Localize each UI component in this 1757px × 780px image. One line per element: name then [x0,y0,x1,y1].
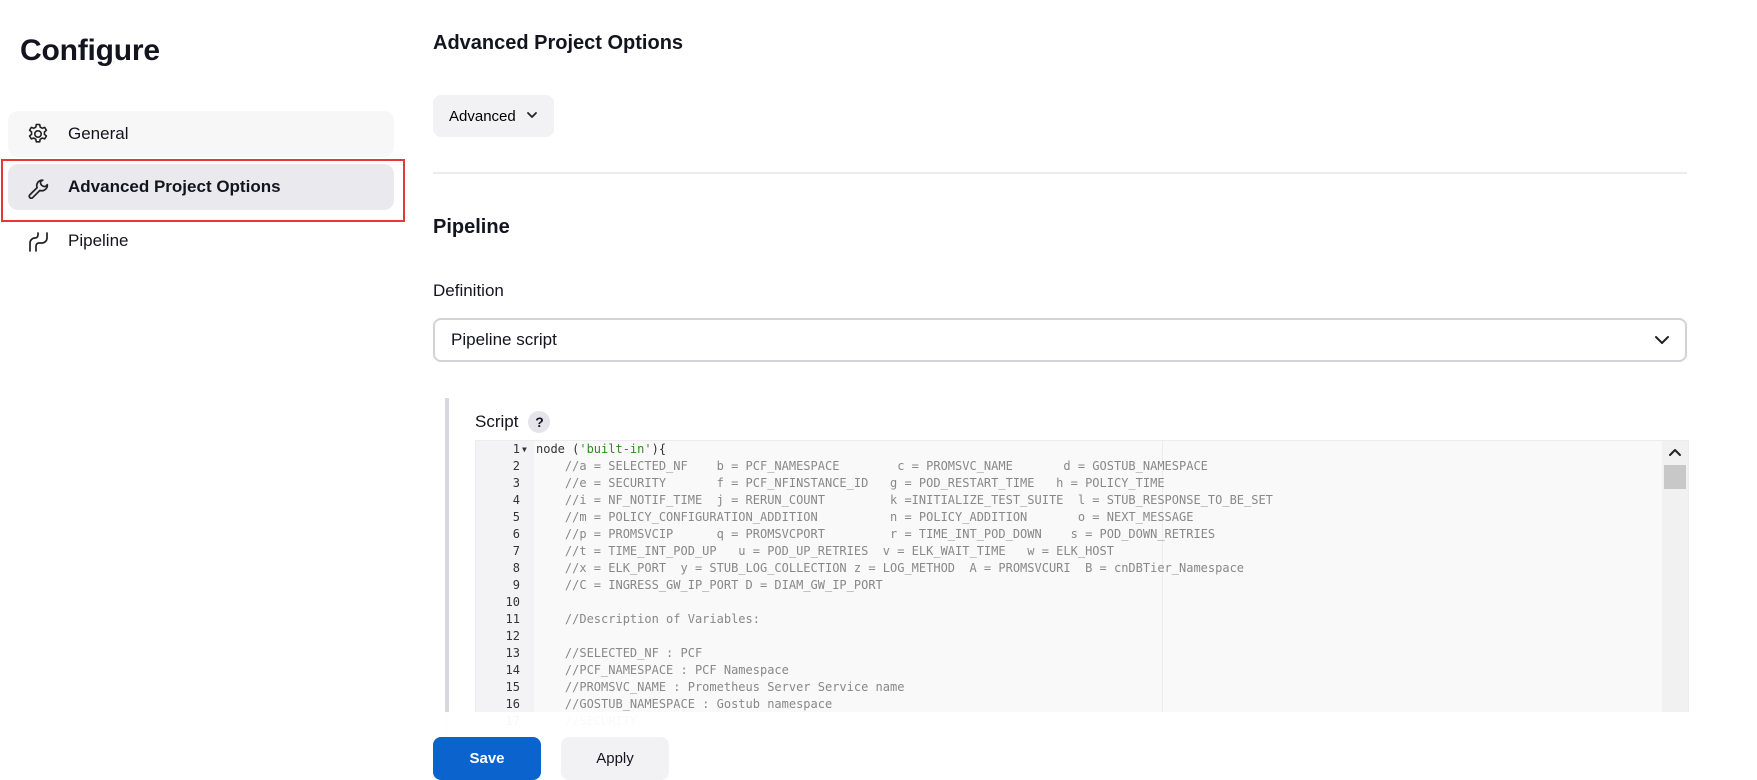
code-text: //x = ELK_PORT y = STUB_LOG_COLLECTION z… [536,561,1245,575]
sidebar: Configure General Advanced Project Optio… [0,0,405,780]
code-text: node ('built-in'){ [536,441,666,458]
line-number: 7 [512,544,520,558]
code-text: //t = TIME_INT_POD_UP u = POD_UP_RETRIES… [536,544,1114,558]
scrollbar-thumb[interactable] [1664,465,1686,489]
line-number: 10 [505,595,520,609]
code-text: //a = SELECTED_NF b = PCF_NAMESPACE c = … [536,459,1208,473]
code-string-token: 'built-in' [579,442,652,456]
line-number: 2 [512,459,520,473]
sidebar-item-pipeline[interactable]: Pipeline [8,218,394,264]
code-line: 7 //t = TIME_INT_POD_UP u = POD_UP_RETRI… [476,543,1688,560]
pipeline-icon [24,227,52,255]
sidebar-item-general[interactable]: General [8,111,394,157]
code-line: 6 //p = PROMSVCIP q = PROMSVCPORT r = TI… [476,526,1688,543]
code-text: //e = SECURITY f = PCF_NFINSTANCE_ID g =… [536,476,1165,490]
definition-label: Definition [433,281,504,300]
definition-selected-value: Pipeline script [451,330,557,349]
code-line: 13 //SELECTED_NF : PCF [476,645,1688,662]
pipeline-section-title: Pipeline [433,216,510,238]
line-number: 16 [505,697,520,711]
code-line: 4 //i = NF_NOTIF_TIME j = RERUN_COUNT k … [476,492,1688,509]
code-text: //i = NF_NOTIF_TIME j = RERUN_COUNT k =I… [536,493,1273,507]
line-number: 15 [505,680,520,694]
page-title: Configure [20,34,160,67]
gear-icon [24,120,52,148]
code-token: ){ [651,442,667,456]
sidebar-item-label: Advanced Project Options [68,177,281,196]
line-number: 8 [512,561,520,575]
line-number: 9 [512,578,520,592]
code-line: 3 //e = SECURITY f = PCF_NFINSTANCE_ID g… [476,475,1688,492]
code-text: //C = INGRESS_GW_IP_PORT D = DIAM_GW_IP_… [536,578,883,592]
chevron-down-icon [1653,331,1671,354]
bottom-action-bar [0,712,1757,780]
code-line: 16 //GOSTUB_NAMESPACE : Gostub namespace [476,696,1688,713]
advanced-section-title: Advanced Project Options [433,32,684,54]
code-text: //p = PROMSVCIP q = PROMSVCPORT r = TIME… [536,527,1216,541]
code-line: 5 //m = POLICY_CONFIGURATION_ADDITION n … [476,509,1688,526]
code-token: node ( [536,442,580,456]
code-line: 9 //C = INGRESS_GW_IP_PORT D = DIAM_GW_I… [476,577,1688,594]
line-number: 4 [512,493,520,507]
code-text: //GOSTUB_NAMESPACE : Gostub namespace [536,697,833,711]
line-number: 14 [505,663,520,677]
line-number: 13 [505,646,520,660]
line-number: 12 [505,629,520,643]
line-number: 5 [512,510,520,524]
section-divider [433,172,1687,174]
apply-button[interactable]: Apply [561,737,669,780]
script-label: Script [475,412,519,431]
code-line: 15 //PROMSVC_NAME : Prometheus Server Se… [476,679,1688,696]
code-line: 8 //x = ELK_PORT y = STUB_LOG_COLLECTION… [476,560,1688,577]
sidebar-item-label: Pipeline [68,231,129,250]
chevron-down-icon [526,108,538,125]
advanced-button-label: Advanced [449,107,516,125]
script-label-row: Script ? [475,411,551,433]
line-number: 11 [505,612,520,626]
code-line: 10 [476,594,1688,611]
editor-code[interactable]: 1 ▼ node ('built-in'){2 //a = SELECTED_NF … [476,441,1688,730]
fold-toggle-icon[interactable]: ▼ [522,441,527,458]
code-line: 2 //a = SELECTED_NF b = PCF_NAMESPACE c … [476,458,1688,475]
definition-select[interactable]: Pipeline script [433,318,1687,362]
code-line: 12 [476,628,1688,645]
code-text: //PROMSVC_NAME : Prometheus Server Servi… [536,680,905,694]
code-text: //PCF_NAMESPACE : PCF Namespace [536,663,789,677]
help-icon[interactable]: ? [528,411,551,433]
line-number: 1 [512,442,520,456]
scroll-up-icon[interactable] [1667,445,1683,464]
code-text: //Description of Variables: [536,612,760,626]
code-line: 1 ▼ node ('built-in'){ [476,441,1688,458]
sidebar-item-advanced-project-options[interactable]: Advanced Project Options [8,164,394,210]
code-line: 14 //PCF_NAMESPACE : PCF Namespace [476,662,1688,679]
wrench-icon [24,173,52,201]
code-text: //SELECTED_NF : PCF [536,646,703,660]
code-text: //m = POLICY_CONFIGURATION_ADDITION n = … [536,510,1194,524]
line-number: 6 [512,527,520,541]
main-content: Advanced Project Options Advanced Pipeli… [433,0,1689,780]
save-button[interactable]: Save [433,737,541,780]
line-number: 3 [512,476,520,490]
code-line: 11 //Description of Variables: [476,611,1688,628]
advanced-button[interactable]: Advanced [433,95,554,137]
sidebar-item-label: General [68,124,129,143]
